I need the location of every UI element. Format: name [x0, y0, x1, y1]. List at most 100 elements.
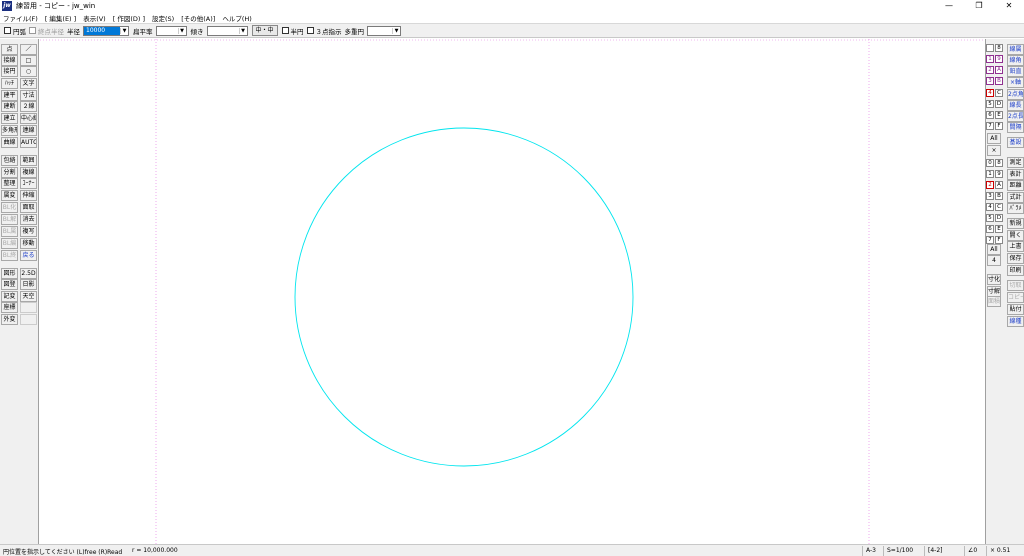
layer-button[interactable]: E [995, 225, 1003, 233]
layer-button[interactable] [986, 44, 994, 52]
tool-button[interactable]: コピー [1007, 292, 1024, 303]
tool-button[interactable]: 文字 [20, 78, 37, 89]
layer-all-button[interactable]: All [987, 133, 1001, 144]
tool-button[interactable]: 式計 [1007, 192, 1024, 203]
tool-button[interactable]: 貼付 [1007, 304, 1024, 315]
tool-button[interactable]: ／ [20, 44, 37, 55]
layer-button[interactable]: 3 [986, 77, 994, 85]
tool-button[interactable]: 線長 [1007, 100, 1024, 111]
center-button[interactable]: 中・中 [251, 25, 278, 36]
tool-button[interactable]: BL化 [1, 202, 18, 213]
layer-button[interactable]: F [995, 122, 1003, 130]
tool-button[interactable]: 消去 [20, 214, 37, 225]
menu-item[interactable]: 表示(V) [83, 13, 106, 23]
layer-button[interactable]: 8 [995, 159, 1003, 167]
layer-display[interactable]: [4-2] [924, 546, 942, 556]
tool-button[interactable]: 2.5D [20, 268, 37, 279]
tool-button[interactable]: 日影 [20, 279, 37, 290]
tool-button[interactable]: 2点長 [1007, 111, 1024, 122]
menu-item[interactable]: 設定(S) [152, 13, 174, 23]
layer-button[interactable]: E [995, 111, 1003, 119]
layer-button[interactable]: C [995, 89, 1003, 97]
tool-button[interactable]: 記変 [1, 291, 18, 302]
multi-circle-value[interactable] [368, 27, 392, 35]
tool-button[interactable]: 移動 [20, 238, 37, 249]
tool-button[interactable]: 属変 [1, 190, 18, 201]
tool-button[interactable]: 建立 [1, 113, 18, 124]
tool-button[interactable]: 保存 [1007, 253, 1024, 264]
chevron-down-icon[interactable]: ▼ [177, 27, 186, 34]
tool-button[interactable]: 面積 [987, 296, 1001, 307]
tool-button[interactable]: 中心線 [20, 113, 37, 124]
layer-button[interactable]: 7 [986, 236, 994, 244]
tool-button[interactable]: 切取 [1007, 280, 1024, 291]
chevron-down-icon[interactable]: ▼ [392, 27, 400, 34]
layer-button[interactable]: C [995, 203, 1003, 211]
paper-size[interactable]: A-3 [862, 546, 876, 556]
menu-item[interactable]: ファイル(F) [3, 13, 38, 23]
tool-button[interactable]: 寸法 [20, 90, 37, 101]
tilt-value[interactable] [208, 27, 239, 35]
tool-button[interactable]: ×軸 [1007, 77, 1024, 88]
layer-button[interactable]: 9 [995, 55, 1003, 63]
layer-button[interactable]: 6 [986, 111, 994, 119]
half-circle-checkbox[interactable] [281, 27, 289, 34]
tool-button[interactable]: 開く [1007, 230, 1024, 241]
tool-button[interactable]: 線属 [1007, 44, 1024, 55]
tool-button[interactable]: ﾊｯﾁ [1, 78, 18, 89]
layer-button[interactable]: A [995, 66, 1003, 74]
menu-item[interactable]: [その他(A)] [181, 13, 215, 23]
tool-button[interactable]: BL編 [1, 238, 18, 249]
group-all-button[interactable]: All [987, 244, 1001, 255]
tool-button[interactable]: 上書 [1007, 241, 1024, 252]
layer-button[interactable]: 7 [986, 122, 994, 130]
chevron-down-icon[interactable]: ▼ [238, 27, 247, 34]
menu-item[interactable]: [ 作図(D) ] [113, 13, 145, 23]
flatten-value[interactable] [157, 27, 178, 35]
tool-button[interactable]: 図登 [1, 279, 18, 290]
scale-display[interactable]: S=1/100 [883, 546, 913, 556]
tool-button[interactable]: 外変 [1, 314, 18, 325]
drawn-circle[interactable] [294, 127, 634, 467]
drawing-canvas[interactable] [40, 39, 984, 544]
layer-button[interactable]: 1 [986, 55, 994, 63]
tool-button[interactable]: 包絡 [1, 155, 18, 166]
layer-button[interactable]: D [995, 100, 1003, 108]
layer-button[interactable]: 5 [986, 214, 994, 222]
tool-button[interactable]: ２線 [20, 101, 37, 112]
tangent-checkbox[interactable] [29, 27, 36, 34]
minimize-icon[interactable]: — [934, 0, 964, 12]
tool-button[interactable]: 建平 [1, 90, 18, 101]
tool-button[interactable]: 鉛直 [1007, 66, 1024, 77]
menu-item[interactable]: [ 編集(E) ] [45, 13, 76, 23]
tool-button[interactable]: 複線 [20, 167, 37, 178]
tool-button[interactable]: 間隔 [1007, 122, 1024, 133]
tool-button[interactable]: 範囲 [20, 155, 37, 166]
layer-button[interactable]: 6 [986, 225, 994, 233]
layer-button[interactable]: 4 [986, 89, 994, 97]
three-point-checkbox[interactable] [306, 27, 314, 34]
tool-button[interactable]: ｺｰﾅｰ [20, 178, 37, 189]
layer-button[interactable]: 2 [986, 66, 994, 74]
flatten-combo[interactable]: ▼ [155, 25, 187, 36]
tilt-combo[interactable]: ▼ [206, 25, 248, 36]
tool-button[interactable]: 測定 [1007, 157, 1024, 168]
group-number[interactable]: 4 [987, 255, 1001, 266]
tool-button[interactable]: 印刷 [1007, 265, 1024, 276]
tool-button[interactable]: 整理 [1, 178, 18, 189]
layer-button[interactable]: 1 [986, 170, 994, 178]
tool-button[interactable]: 点 [1, 44, 18, 55]
tool-button[interactable]: 戻る [20, 250, 37, 261]
menu-item[interactable]: ヘルプ(H) [222, 13, 251, 23]
tool-button[interactable]: 寸化 [987, 274, 1001, 285]
canvas-svg[interactable] [40, 39, 984, 544]
tool-button[interactable]: 曲線 [1, 137, 18, 148]
layer-button[interactable]: 0 [986, 159, 994, 167]
tool-button[interactable]: 線角 [1007, 55, 1024, 66]
tool-button[interactable]: 線種 [1007, 316, 1024, 327]
layer-button[interactable]: 4 [986, 203, 994, 211]
layer-button[interactable]: 3 [986, 192, 994, 200]
layer-button[interactable]: A [995, 181, 1003, 189]
tool-button[interactable]: 座標 [1, 302, 18, 313]
tool-button[interactable]: ﾊﾟﾗﾒ [1007, 203, 1024, 214]
